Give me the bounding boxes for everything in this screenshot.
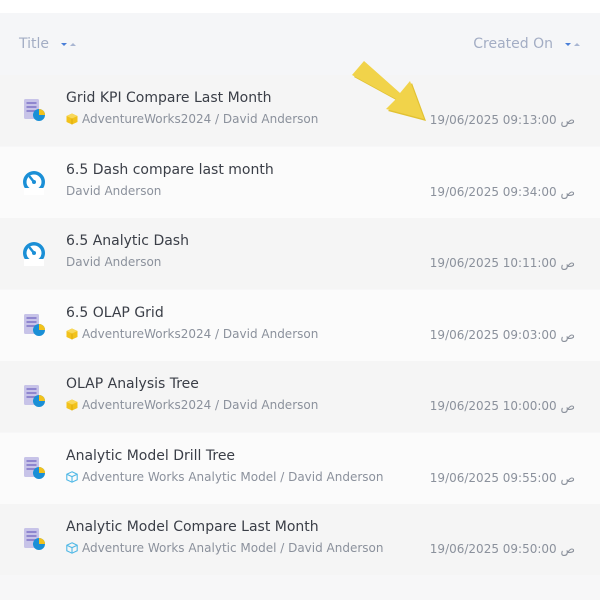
report-row[interactable]: Analytic Model Compare Last Month Advent… xyxy=(0,504,600,575)
report-title[interactable]: Analytic Model Compare Last Month xyxy=(66,519,319,535)
report-source-owner: David Anderson xyxy=(66,183,162,198)
report-row[interactable]: OLAP Analysis Tree AdventureWorks2024 / … xyxy=(0,361,600,432)
report-source-owner: AdventureWorks2024 / David Anderson xyxy=(82,326,319,341)
created-date: 19/06/2025 09:03:00 ص xyxy=(429,327,575,342)
report-title[interactable]: Grid KPI Compare Last Month xyxy=(66,90,271,106)
dashboard-gauge-icon xyxy=(21,169,47,195)
created-date: 19/06/2025 10:11:00 ص xyxy=(429,256,575,270)
created-date: 19/06/2025 10:00:00 ص xyxy=(429,399,575,413)
report-row[interactable]: 6.5 Dash compare last month David Anderso… xyxy=(0,146,600,218)
sort-created-icon[interactable] xyxy=(563,40,583,50)
grid-report-icon xyxy=(21,383,47,409)
report-title[interactable]: 6.5 Dash compare last month xyxy=(66,162,274,178)
report-row[interactable]: Analytic Model Drill Tree Adventure Work… xyxy=(0,432,600,504)
list-header: Title Created On xyxy=(0,13,600,75)
created-date: 19/06/2025 09:55:00 ص xyxy=(429,470,575,485)
report-subtitle: AdventureWorks2024 / David Anderson xyxy=(66,398,318,412)
report-source-owner: Adventure Works Analytic Model / David A… xyxy=(82,541,384,555)
report-source-owner: AdventureWorks2024 / David Anderson xyxy=(82,112,319,126)
report-subtitle: Adventure Works Analytic Model / David A… xyxy=(66,541,384,555)
report-title[interactable]: 6.5 OLAP Grid xyxy=(66,305,164,321)
report-list: Title Created On Grid KPI Compare Last M… xyxy=(0,13,600,600)
report-row[interactable]: 6.5 OLAP Grid AdventureWorks2024 / David… xyxy=(0,289,600,361)
report-subtitle: David Anderson xyxy=(66,184,161,198)
report-row[interactable]: Grid KPI Compare Last Month AdventureWor… xyxy=(0,75,600,146)
pointer-arrow-icon xyxy=(352,61,426,121)
top-strip xyxy=(0,0,600,13)
created-date: 19/06/2025 09:34:00 ص xyxy=(429,184,575,199)
report-subtitle: Adventure Works Analytic Model / David A… xyxy=(66,470,384,484)
report-row[interactable]: 6.5 Analytic Dash David Anderson 19/06/202… xyxy=(0,218,600,289)
created-date: 19/06/2025 09:13:00 ص xyxy=(429,113,575,127)
yellow-cube-icon xyxy=(66,113,78,125)
sort-title-icon[interactable] xyxy=(59,40,79,50)
report-source-owner: David Anderson xyxy=(66,255,162,269)
report-title[interactable]: OLAP Analysis Tree xyxy=(66,376,199,392)
report-source-owner: Adventure Works Analytic Model / David A… xyxy=(82,469,384,484)
grid-report-icon xyxy=(21,526,47,552)
yellow-cube-icon xyxy=(66,328,78,340)
grid-report-icon xyxy=(21,455,47,481)
created-column-header[interactable]: Created On xyxy=(473,36,553,52)
report-subtitle: David Anderson xyxy=(66,255,161,269)
report-subtitle: AdventureWorks2024 / David Anderson xyxy=(66,112,318,126)
grid-report-icon xyxy=(21,312,47,338)
report-source-owner: AdventureWorks2024 / David Anderson xyxy=(82,398,319,412)
yellow-cube-icon xyxy=(66,399,78,411)
created-date: 19/06/2025 09:50:00 ص xyxy=(429,542,575,556)
title-column-header[interactable]: Title xyxy=(19,36,49,52)
report-title[interactable]: 6.5 Analytic Dash xyxy=(66,233,189,249)
grid-report-icon xyxy=(21,97,47,123)
dashboard-gauge-icon xyxy=(21,240,47,266)
blue-cube-icon xyxy=(66,542,78,554)
blue-cube-icon xyxy=(66,470,78,483)
report-title[interactable]: Analytic Model Drill Tree xyxy=(66,448,235,464)
report-subtitle: AdventureWorks2024 / David Anderson xyxy=(66,327,318,341)
